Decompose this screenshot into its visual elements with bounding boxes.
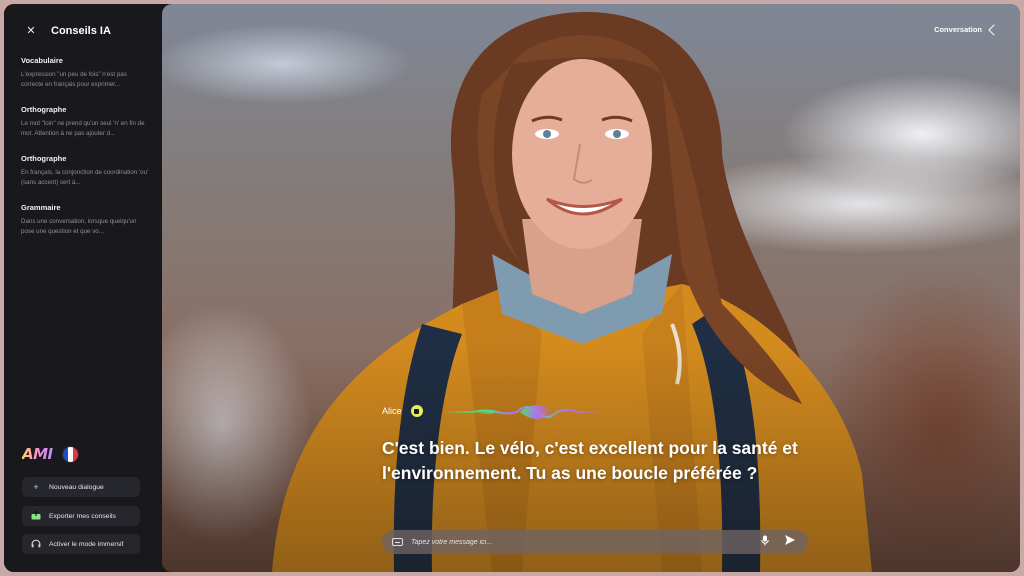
tip-item[interactable]: Grammaire Dans une conversation, lorsque… <box>21 203 149 237</box>
tip-text: Le mot "loin" ne prend qu'un seul 'n' en… <box>21 120 145 137</box>
send-icon[interactable] <box>784 533 798 551</box>
tutor-caption: C'est bien. Le vélo, c'est excellent pou… <box>382 438 798 483</box>
immersive-mode-button[interactable]: Activer le mode immersif <box>22 534 140 554</box>
tip-item[interactable]: Vocabulaire L'expression "un peu de fois… <box>21 56 149 90</box>
close-icon[interactable]: ✕ <box>24 24 38 38</box>
stop-icon[interactable] <box>410 405 423 417</box>
tips-sidebar: ✕ Conseils IA Vocabulaire L'expression "… <box>4 4 162 572</box>
sidebar-header: ✕ Conseils IA <box>24 24 111 38</box>
keyboard-icon[interactable] <box>392 538 403 546</box>
chevron-left-icon <box>988 23 1000 36</box>
tip-item[interactable]: Orthographe En français, la conjonction … <box>21 154 149 188</box>
button-label: Nouveau dialogue <box>49 483 104 491</box>
tip-title: Orthographe <box>21 154 67 163</box>
message-input[interactable] <box>411 538 758 546</box>
tip-text: Dans une conversation, lorsque quelqu'un… <box>21 218 137 235</box>
app-window: ✕ Conseils IA Vocabulaire L'expression "… <box>4 4 1020 572</box>
tip-text: En français, la conjonction de coordinat… <box>21 169 149 186</box>
speaker-row: Alice <box>382 405 423 417</box>
button-label: Activer le mode immersif <box>49 540 124 548</box>
speaker-name: Alice <box>382 406 402 416</box>
export-icon <box>30 509 42 522</box>
sidebar-title: Conseils IA <box>51 25 111 37</box>
microphone-icon[interactable] <box>758 535 772 549</box>
voice-waveform <box>442 405 602 419</box>
tips-list: Vocabulaire L'expression "un peu de fois… <box>21 56 149 252</box>
ami-logo: AMI <box>22 445 53 463</box>
tip-title: Grammaire <box>21 203 61 212</box>
tip-item[interactable]: Orthographe Le mot "loin" ne prend qu'un… <box>21 105 149 139</box>
tip-title: Vocabulaire <box>21 56 63 65</box>
button-label: Exporter mes conseils <box>49 512 116 520</box>
message-composer <box>382 530 808 554</box>
new-dialogue-button[interactable]: + Nouveau dialogue <box>22 477 140 497</box>
export-tips-button[interactable]: Exporter mes conseils <box>22 506 140 526</box>
plus-icon: + <box>33 482 39 492</box>
conversation-view: Conversation Alice C'est bien. Le vélo, … <box>162 4 1020 572</box>
brand-area: AMI <box>22 445 79 463</box>
headphones-icon <box>30 539 42 550</box>
conversation-label: Conversation <box>934 25 982 34</box>
tip-text: L'expression "un peu de fois" n'est pas … <box>21 71 127 88</box>
tip-title: Orthographe <box>21 105 67 114</box>
conversation-toggle[interactable]: Conversation <box>934 23 1000 36</box>
france-flag-icon[interactable] <box>61 445 79 463</box>
